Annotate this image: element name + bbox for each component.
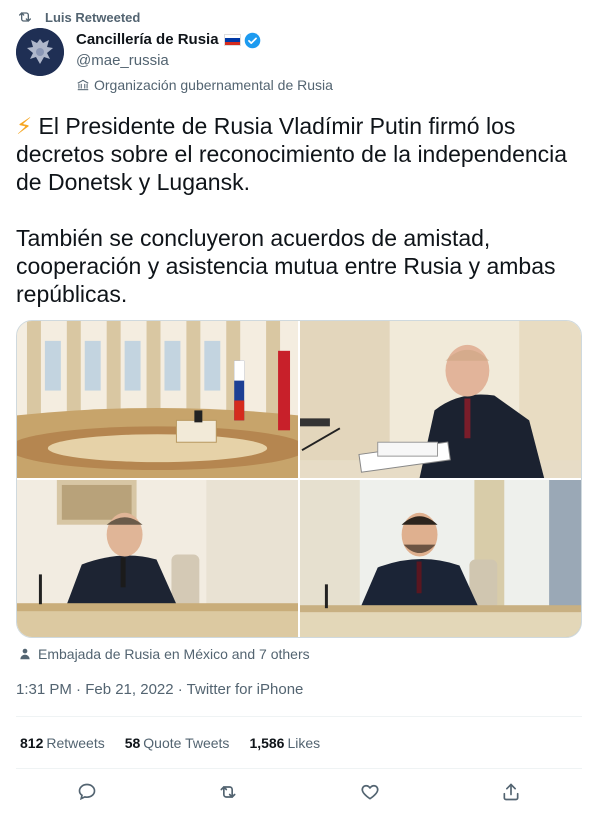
lightning-emoji: ⚡ bbox=[16, 113, 33, 139]
retweets-stat[interactable]: 812 Retweets bbox=[20, 734, 105, 752]
tweet-text: ⚡ El Presidente de Rusia Vladímir Putin … bbox=[16, 112, 584, 308]
tweet-timestamp[interactable]: 1:31 PM · Feb 21, 2022 · Twitter for iPh… bbox=[16, 680, 303, 700]
avatar[interactable] bbox=[16, 28, 64, 76]
pushilin-at-desk-photo[interactable] bbox=[300, 480, 581, 637]
divider bbox=[16, 716, 582, 717]
tweet-actions bbox=[16, 775, 582, 809]
tweet-author: Cancillería de Rusia @mae_russia Organiz… bbox=[16, 28, 333, 94]
retweet-icon bbox=[220, 786, 236, 798]
author-name: Cancillería de Rusia bbox=[76, 31, 219, 48]
engagement-stats: 812 Retweets 58 Quote Tweets 1,586 Likes bbox=[20, 734, 340, 752]
pasechnik-at-desk-photo[interactable] bbox=[17, 480, 298, 637]
like-button[interactable] bbox=[353, 775, 387, 809]
kremlin-hall-photo[interactable] bbox=[17, 321, 298, 478]
person-icon bbox=[20, 648, 30, 660]
tweet-body: El Presidente de Rusia Vladímir Putin fi… bbox=[16, 113, 568, 307]
tweet-media-grid bbox=[16, 320, 582, 638]
reply-icon bbox=[78, 783, 96, 801]
retweet-icon bbox=[19, 12, 31, 22]
like-icon bbox=[361, 784, 379, 800]
retweet-button[interactable] bbox=[211, 775, 245, 809]
government-building-icon bbox=[77, 79, 89, 91]
liked-by-text: Embajada de Rusia en México and 7 others bbox=[38, 646, 310, 662]
russian-coat-of-arms-icon bbox=[16, 28, 64, 76]
likes-count: 1,586 bbox=[249, 735, 285, 751]
quote-tweets-label: Quote Tweets bbox=[143, 735, 230, 751]
author-handle[interactable]: @mae_russia bbox=[76, 51, 333, 71]
divider bbox=[16, 768, 582, 769]
likes-label: Likes bbox=[287, 735, 321, 751]
verified-badge-icon bbox=[244, 32, 260, 48]
share-icon bbox=[503, 783, 519, 801]
russia-flag-icon bbox=[223, 34, 241, 46]
government-label: Organización gubernamental de Rusia bbox=[76, 76, 333, 94]
retweets-count: 812 bbox=[20, 735, 44, 751]
quote-tweets-count: 58 bbox=[124, 735, 141, 751]
reply-button[interactable] bbox=[70, 775, 104, 809]
author-name-row[interactable]: Cancillería de Rusia bbox=[76, 30, 333, 50]
putin-signing-photo[interactable] bbox=[300, 321, 581, 478]
share-button[interactable] bbox=[494, 775, 528, 809]
likes-stat[interactable]: 1,586 Likes bbox=[249, 734, 320, 752]
quote-tweets-stat[interactable]: 58 Quote Tweets bbox=[125, 734, 230, 752]
retweets-label: Retweets bbox=[46, 735, 105, 751]
government-label-text: Organización gubernamental de Rusia bbox=[94, 77, 333, 93]
retweet-indicator[interactable]: Luis Retweeted bbox=[17, 8, 140, 26]
retweet-label: Luis Retweeted bbox=[45, 9, 141, 25]
liked-by-row[interactable]: Embajada de Rusia en México and 7 others bbox=[18, 645, 310, 663]
